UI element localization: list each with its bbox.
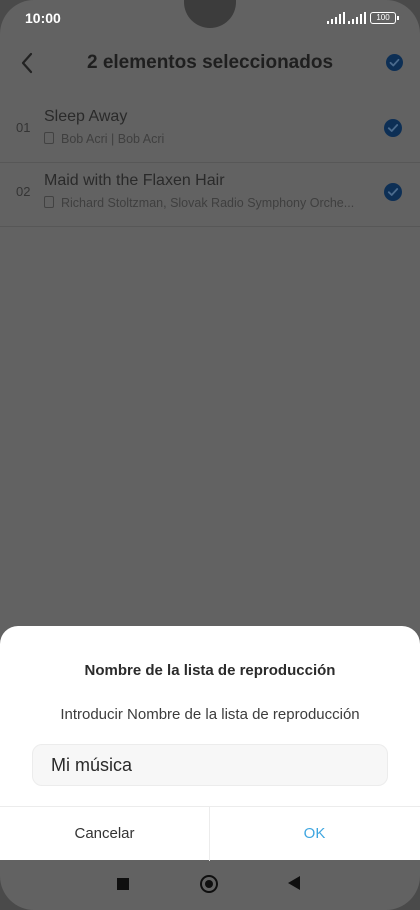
playlist-name-dialog: Nombre de la lista de reproducción Intro… — [0, 626, 420, 861]
track-number: 01 — [16, 120, 31, 135]
song-row[interactable]: 02 Maid with the Flaxen Hair Richard Sto… — [0, 162, 420, 227]
song-title: Sleep Away — [44, 108, 128, 125]
chevron-left-icon[interactable] — [16, 48, 40, 78]
home-icon[interactable] — [200, 875, 218, 893]
signal-icon — [348, 12, 366, 24]
song-row[interactable]: 01 Sleep Away Bob Acri | Bob Acri — [0, 98, 420, 163]
device-icon — [44, 196, 54, 208]
selection-header: 2 elementos seleccionados — [0, 40, 420, 86]
system-nav-bar — [0, 860, 420, 910]
song-artist: Bob Acri | Bob Acri — [44, 132, 366, 146]
check-circle-icon[interactable] — [386, 54, 403, 71]
playlist-name-input[interactable] — [32, 744, 388, 786]
dialog-buttons: Cancelar OK — [0, 806, 420, 861]
status-bar: 10:00 100 — [0, 0, 420, 36]
battery-icon: 100 — [370, 12, 399, 24]
dialog-prompt: Introducir Nombre de la lista de reprodu… — [60, 706, 360, 723]
song-artist: Richard Stoltzman, Slovak Radio Symphony… — [44, 196, 366, 210]
phone-screen: 10:00 100 2 elementos seleccionados 01 S… — [0, 0, 420, 910]
back-icon[interactable] — [288, 876, 300, 890]
battery-level: 100 — [376, 13, 390, 22]
cancel-button[interactable]: Cancelar — [0, 807, 210, 861]
recents-icon[interactable] — [117, 878, 129, 890]
device-icon — [44, 132, 54, 144]
check-circle-icon[interactable] — [384, 119, 402, 137]
page-title: 2 elementos seleccionados — [86, 52, 334, 73]
status-time: 10:00 — [25, 10, 61, 26]
dialog-title: Nombre de la lista de reproducción — [84, 662, 336, 679]
ok-button[interactable]: OK — [210, 807, 419, 861]
signal-icon — [327, 12, 345, 24]
song-title: Maid with the Flaxen Hair — [44, 172, 225, 189]
check-circle-icon[interactable] — [384, 183, 402, 201]
track-number: 02 — [16, 184, 31, 199]
